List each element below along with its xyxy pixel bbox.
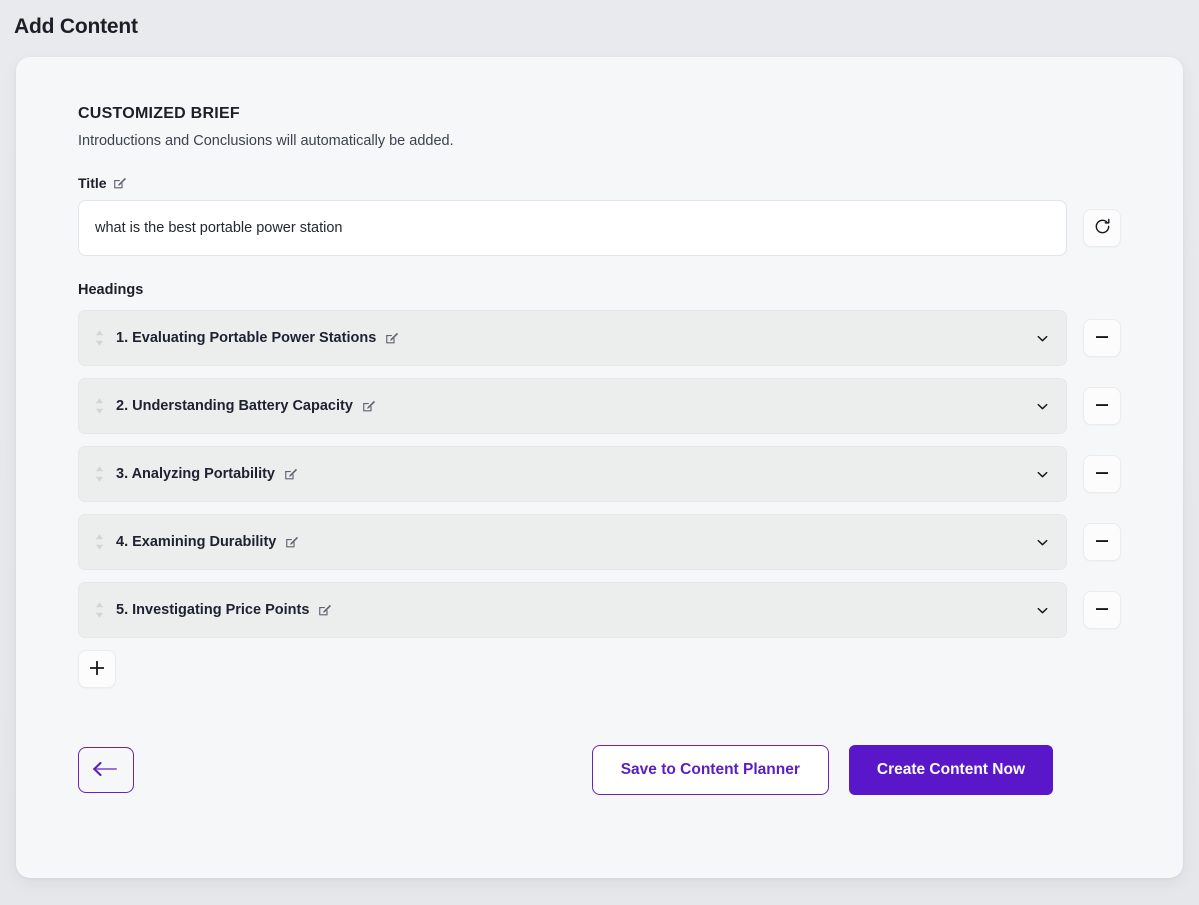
chevron-down-icon[interactable] [1035,399,1050,414]
edit-pencil-icon[interactable] [385,331,399,345]
add-content-card: CUSTOMIZED BRIEF Introductions and Concl… [16,57,1183,878]
chevron-down-icon[interactable] [1035,331,1050,346]
minus-icon [1094,601,1110,620]
heading-text: 4. Examining Durability [116,534,276,550]
heading-text: 3. Analyzing Portability [116,466,275,482]
headings-label: Headings [78,282,1121,298]
remove-heading-button[interactable] [1083,387,1121,425]
drag-sort-icon[interactable] [91,600,107,620]
remove-heading-button[interactable] [1083,319,1121,357]
title-input[interactable] [78,200,1067,256]
edit-pencil-icon[interactable] [318,603,332,617]
refresh-icon [1093,217,1112,239]
heading-row: 2. Understanding Battery Capacity [78,378,1121,434]
page-title: Add Content [0,0,1199,56]
remove-heading-button[interactable] [1083,591,1121,629]
headings-list: 1. Evaluating Portable Power Stations [78,310,1121,638]
heading-row-4[interactable]: 4. Examining Durability [78,514,1067,570]
create-content-now-button[interactable]: Create Content Now [849,745,1053,795]
chevron-down-icon[interactable] [1035,535,1050,550]
heading-row-5[interactable]: 5. Investigating Price Points [78,582,1067,638]
title-field-label: Title [78,175,1121,191]
remove-heading-button[interactable] [1083,523,1121,561]
heading-row-2[interactable]: 2. Understanding Battery Capacity [78,378,1067,434]
minus-icon [1094,397,1110,416]
section-title-customized-brief: CUSTOMIZED BRIEF [78,105,1121,123]
plus-icon [88,659,106,680]
edit-pencil-icon[interactable] [284,467,298,481]
regenerate-title-button[interactable] [1083,209,1121,247]
heading-row-1[interactable]: 1. Evaluating Portable Power Stations [78,310,1067,366]
edit-pencil-icon[interactable] [113,176,127,190]
chevron-down-icon[interactable] [1035,603,1050,618]
edit-pencil-icon[interactable] [362,399,376,413]
remove-heading-button[interactable] [1083,455,1121,493]
chevron-down-icon[interactable] [1035,467,1050,482]
section-subtitle: Introductions and Conclusions will autom… [78,133,1121,149]
arrow-left-icon [91,760,121,781]
drag-sort-icon[interactable] [91,328,107,348]
heading-row: 3. Analyzing Portability [78,446,1121,502]
heading-row: 1. Evaluating Portable Power Stations [78,310,1121,366]
title-input-row [78,200,1121,256]
primary-actions: Save to Content Planner Create Content N… [592,745,1121,795]
heading-row-3[interactable]: 3. Analyzing Portability [78,446,1067,502]
drag-sort-icon[interactable] [91,532,107,552]
title-label-text: Title [78,175,107,191]
add-heading-button[interactable] [78,650,116,688]
minus-icon [1094,465,1110,484]
minus-icon [1094,533,1110,552]
heading-text: 2. Understanding Battery Capacity [116,398,353,414]
minus-icon [1094,329,1110,348]
drag-sort-icon[interactable] [91,464,107,484]
heading-row: 4. Examining Durability [78,514,1121,570]
save-to-content-planner-button[interactable]: Save to Content Planner [592,745,829,795]
heading-text: 1. Evaluating Portable Power Stations [116,330,376,346]
heading-text: 5. Investigating Price Points [116,602,309,618]
drag-sort-icon[interactable] [91,396,107,416]
edit-pencil-icon[interactable] [285,535,299,549]
heading-row: 5. Investigating Price Points [78,582,1121,638]
back-button[interactable] [78,747,134,793]
footer-actions: Save to Content Planner Create Content N… [78,745,1121,835]
